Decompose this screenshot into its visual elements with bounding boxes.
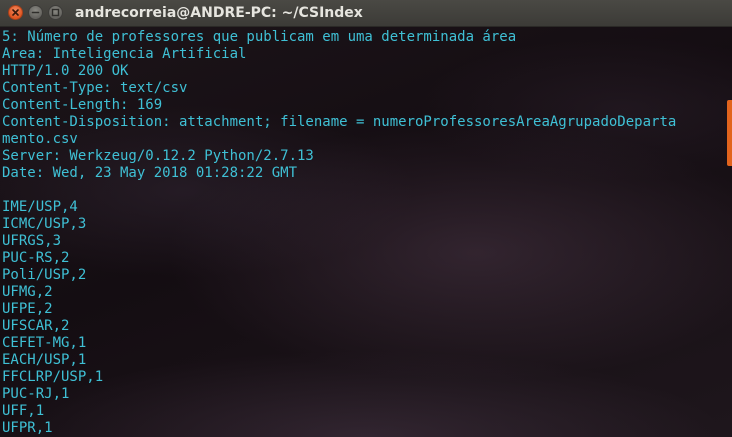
terminal-line: UFF,1 [2,403,45,419]
terminal-line: UFPR,1 [2,420,53,436]
terminal-line: EACH/USP,1 [2,352,87,368]
terminal-line: mento.csv [2,131,78,147]
terminal-line: PUC-RJ,1 [2,386,70,402]
terminal-line: Content-Disposition: attachment; filenam… [2,114,677,130]
terminal-line: Date: Wed, 23 May 2018 01:28:22 GMT [2,165,298,181]
terminal-line: IME/USP,4 [2,199,78,215]
scrollbar-thumb[interactable] [727,100,732,166]
minimize-icon [31,11,40,14]
terminal-line: HTTP/1.0 200 OK [2,63,129,79]
close-button[interactable] [8,5,23,20]
terminal-line: UFRGS,3 [2,233,62,249]
terminal-line: Poli/USP,2 [2,267,87,283]
terminal-line: Area: Inteligencia Artificial [2,46,247,62]
terminal-line: UFSCAR,2 [2,318,70,334]
terminal-line: Server: Werkzeug/0.12.2 Python/2.7.13 [2,148,314,164]
maximize-button[interactable] [48,5,63,20]
title-bar[interactable]: andrecorreia@ANDRE-PC: ~/CSIndex [0,0,732,27]
terminal-line: Content-Type: text/csv [2,80,188,96]
maximize-icon [51,8,60,17]
terminal-line: FFCLRP/USP,1 [2,369,104,385]
terminal-line: 5: Número de professores que publicam em… [2,29,517,45]
terminal-output[interactable]: 5: Número de professores que publicam em… [2,29,720,437]
terminal-area[interactable]: 5: Número de professores que publicam em… [0,27,732,437]
terminal-line: ICMC/USP,3 [2,216,87,232]
terminal-window: andrecorreia@ANDRE-PC: ~/CSIndex 5: Núme… [0,0,732,437]
terminal-line: PUC-RS,2 [2,250,70,266]
window-title: andrecorreia@ANDRE-PC: ~/CSIndex [75,5,363,21]
terminal-line: UFMG,2 [2,284,53,300]
terminal-line: Content-Length: 169 [2,97,163,113]
terminal-line: UFPE,2 [2,301,53,317]
close-icon [12,9,19,16]
terminal-line: CEFET-MG,1 [2,335,87,351]
minimize-button[interactable] [28,5,43,20]
